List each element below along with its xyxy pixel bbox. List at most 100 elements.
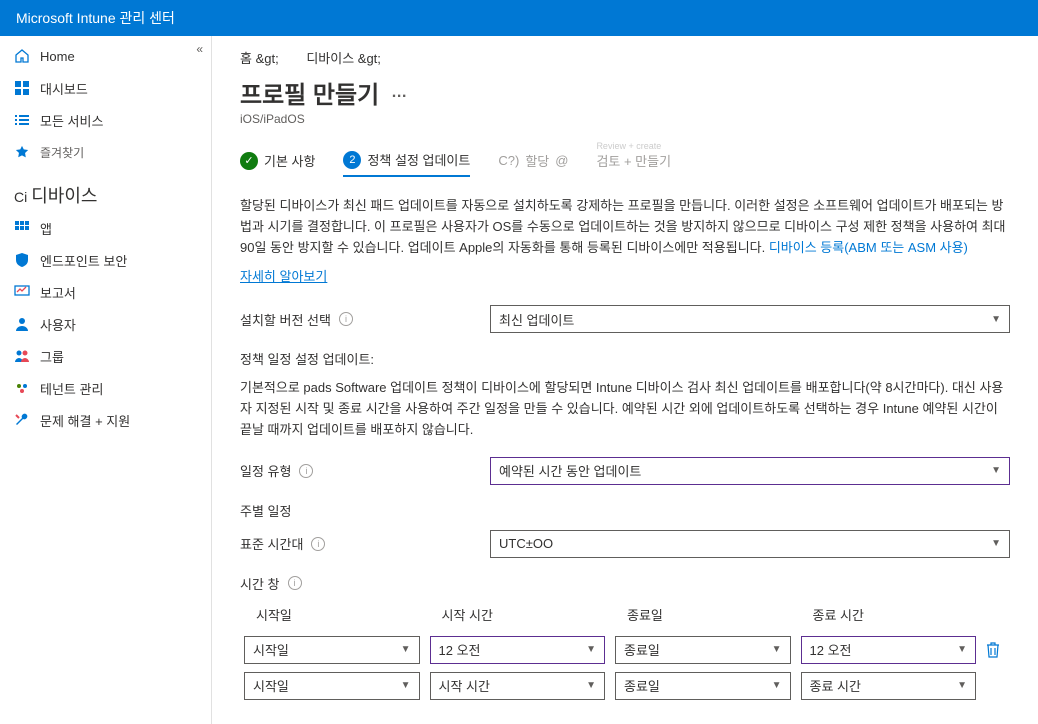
start-time-select[interactable]: 12 오전▼ [430,636,606,664]
product-title: Microsoft Intune 관리 센터 [16,8,175,28]
schedule-type-row: 일정 유형 i 예약된 시간 동안 업데이트 ▼ [240,457,1010,485]
table-row: 시작일▼ 시작 시간▼ 종료일▼ 종료 시간▼ [240,668,1010,704]
schedule-type-select[interactable]: 예약된 시간 동안 업데이트 ▼ [490,457,1010,485]
nav-reports[interactable]: 보고서 [0,276,211,308]
wizard-step-assignments: C?) 할당 @ [498,151,568,176]
check-icon: ✓ [240,152,258,170]
user-icon [14,316,30,332]
time-window-table: 시작일 시작 시간 종료일 종료 시간 시작일▼12 오전▼종료일▼12 오전▼… [240,605,1010,704]
policy-schedule-text: 기본적으로 pads Software 업데이트 정책이 디바이스에 할당되면 … [240,378,1010,440]
more-icon[interactable]: … [391,84,407,102]
schedule-type-label: 일정 유형 [240,461,291,480]
col-start-day: 시작일 [244,605,430,624]
wizard-step-update-settings[interactable]: 2 정책 설정 업데이트 [343,150,470,177]
timezone-row: 표준 시간대 i UTC±OO ▼ [240,530,1010,558]
wizard-steps: ✓ 기본 사항 2 정책 설정 업데이트 C?) 할당 @ 검토 + 만들기 R… [240,150,1010,178]
nav-label: 그룹 [40,347,64,366]
nav-endpoint-security[interactable]: 엔드포인트 보안 [0,244,211,276]
page-subtitle: iOS/iPadOS [240,112,1010,126]
nav-users[interactable]: 사용자 [0,308,211,340]
info-icon[interactable]: i [311,537,325,551]
end-day-select[interactable]: 종료일▼ [615,636,791,664]
nav-label: 즐겨찾기 [40,144,84,161]
chevron-down-icon: ▼ [772,680,782,691]
star-icon [14,144,30,160]
nav-tenant-admin[interactable]: 테넌트 관리 [0,372,211,404]
col-start-time: 시작 시간 [430,605,616,624]
shield-icon [14,252,30,268]
col-end-day: 종료일 [615,605,801,624]
nav-label: 모든 서비스 [40,111,103,130]
breadcrumb-home[interactable]: 홈 &gt; [240,51,279,66]
policy-schedule-heading: 정책 일정 설정 업데이트: [240,349,1010,368]
nav-label: 사용자 [40,315,76,334]
sidebar: « Home 대시보드 모든 서비스 즐겨찾기 Ci디바이스 앱 엔드포인트 보… [0,36,212,724]
wizard-step-review: 검토 + 만들기 Review + create [596,151,671,176]
main-layout: « Home 대시보드 모든 서비스 즐겨찾기 Ci디바이스 앱 엔드포인트 보… [0,36,1038,724]
chevron-down-icon: ▼ [772,644,782,655]
nav-devices-heading[interactable]: Ci디바이스 [0,174,211,212]
chevron-down-icon: ▼ [586,644,596,655]
tenant-icon [14,380,30,396]
home-icon [14,48,30,64]
apps-icon [14,220,30,236]
device-enroll-link[interactable]: 디바이스 등록(ABM 또는 ASM 사용) [769,240,968,255]
nav-label: 엔드포인트 보안 [40,251,127,270]
timezone-label: 표준 시간대 [240,534,303,553]
delete-row-icon[interactable] [986,642,1006,658]
version-select[interactable]: 최신 업데이트 ▼ [490,305,1010,333]
dashboard-icon [14,80,30,96]
start-day-select[interactable]: 시작일▼ [244,636,420,664]
time-window-label: 시간 창 [240,574,280,593]
table-header: 시작일 시작 시간 종료일 종료 시간 [240,605,1010,632]
group-icon [14,348,30,364]
time-window-row: 시간 창 i [240,574,1010,593]
list-icon [14,112,30,128]
chevron-down-icon: ▼ [991,314,1001,325]
version-select-row: 설치할 버전 선택 i 최신 업데이트 ▼ [240,305,1010,333]
chevron-down-icon: ▼ [401,680,411,691]
collapse-sidebar-icon[interactable]: « [196,42,203,56]
info-icon[interactable]: i [339,312,353,326]
start-day-select[interactable]: 시작일▼ [244,672,420,700]
start-time-select[interactable]: 시작 시간▼ [430,672,606,700]
chevron-down-icon: ▼ [991,538,1001,549]
nav-dashboard[interactable]: 대시보드 [0,72,211,104]
chevron-down-icon: ▼ [991,465,1001,476]
nav-home[interactable]: Home [0,40,211,72]
end-time-select[interactable]: 종료 시간▼ [801,672,977,700]
chevron-down-icon: ▼ [401,644,411,655]
wizard-step-basics[interactable]: ✓ 기본 사항 [240,151,315,176]
nav-favorites[interactable]: 즐겨찾기 [0,136,211,168]
nav-apps[interactable]: 앱 [0,212,211,244]
monitor-icon [14,284,30,300]
top-bar: Microsoft Intune 관리 센터 [0,0,1038,36]
nav-all-services[interactable]: 모든 서비스 [0,104,211,136]
info-icon[interactable]: i [299,464,313,478]
page-title: 프로필 만들기 … [240,75,1010,110]
step-number-icon: 2 [343,151,361,169]
chevron-down-icon: ▼ [957,680,967,691]
weekly-schedule-heading: 주별 일정 [240,501,1010,520]
timezone-select[interactable]: UTC±OO ▼ [490,530,1010,558]
chevron-down-icon: ▼ [586,680,596,691]
nav-label: 테넌트 관리 [40,379,103,398]
nav-groups[interactable]: 그룹 [0,340,211,372]
wrench-icon [14,412,30,428]
col-end-time: 종료 시간 [801,605,987,624]
nav-label: 문제 해결 + 지원 [40,411,130,430]
version-label: 설치할 버전 선택 [240,310,331,329]
learn-more-link[interactable]: 자세히 알아보기 [240,266,327,285]
nav-troubleshoot[interactable]: 문제 해결 + 지원 [0,404,211,436]
end-day-select[interactable]: 종료일▼ [615,672,791,700]
nav-label: 보고서 [40,283,76,302]
nav-label: 대시보드 [40,79,88,98]
nav-label: 앱 [40,219,52,238]
table-row: 시작일▼ 12 오전▼ 종료일▼ 12 오전▼ [240,632,1010,668]
breadcrumb: 홈 &gt; 디바이스 &gt; [240,48,1010,67]
breadcrumb-devices[interactable]: 디바이스 &gt; [306,51,381,66]
info-icon[interactable]: i [288,576,302,590]
end-time-select[interactable]: 12 오전▼ [801,636,977,664]
content-area: 홈 &gt; 디바이스 &gt; 프로필 만들기 … iOS/iPadOS ✓ … [212,36,1038,724]
nav-label: Home [40,49,75,64]
